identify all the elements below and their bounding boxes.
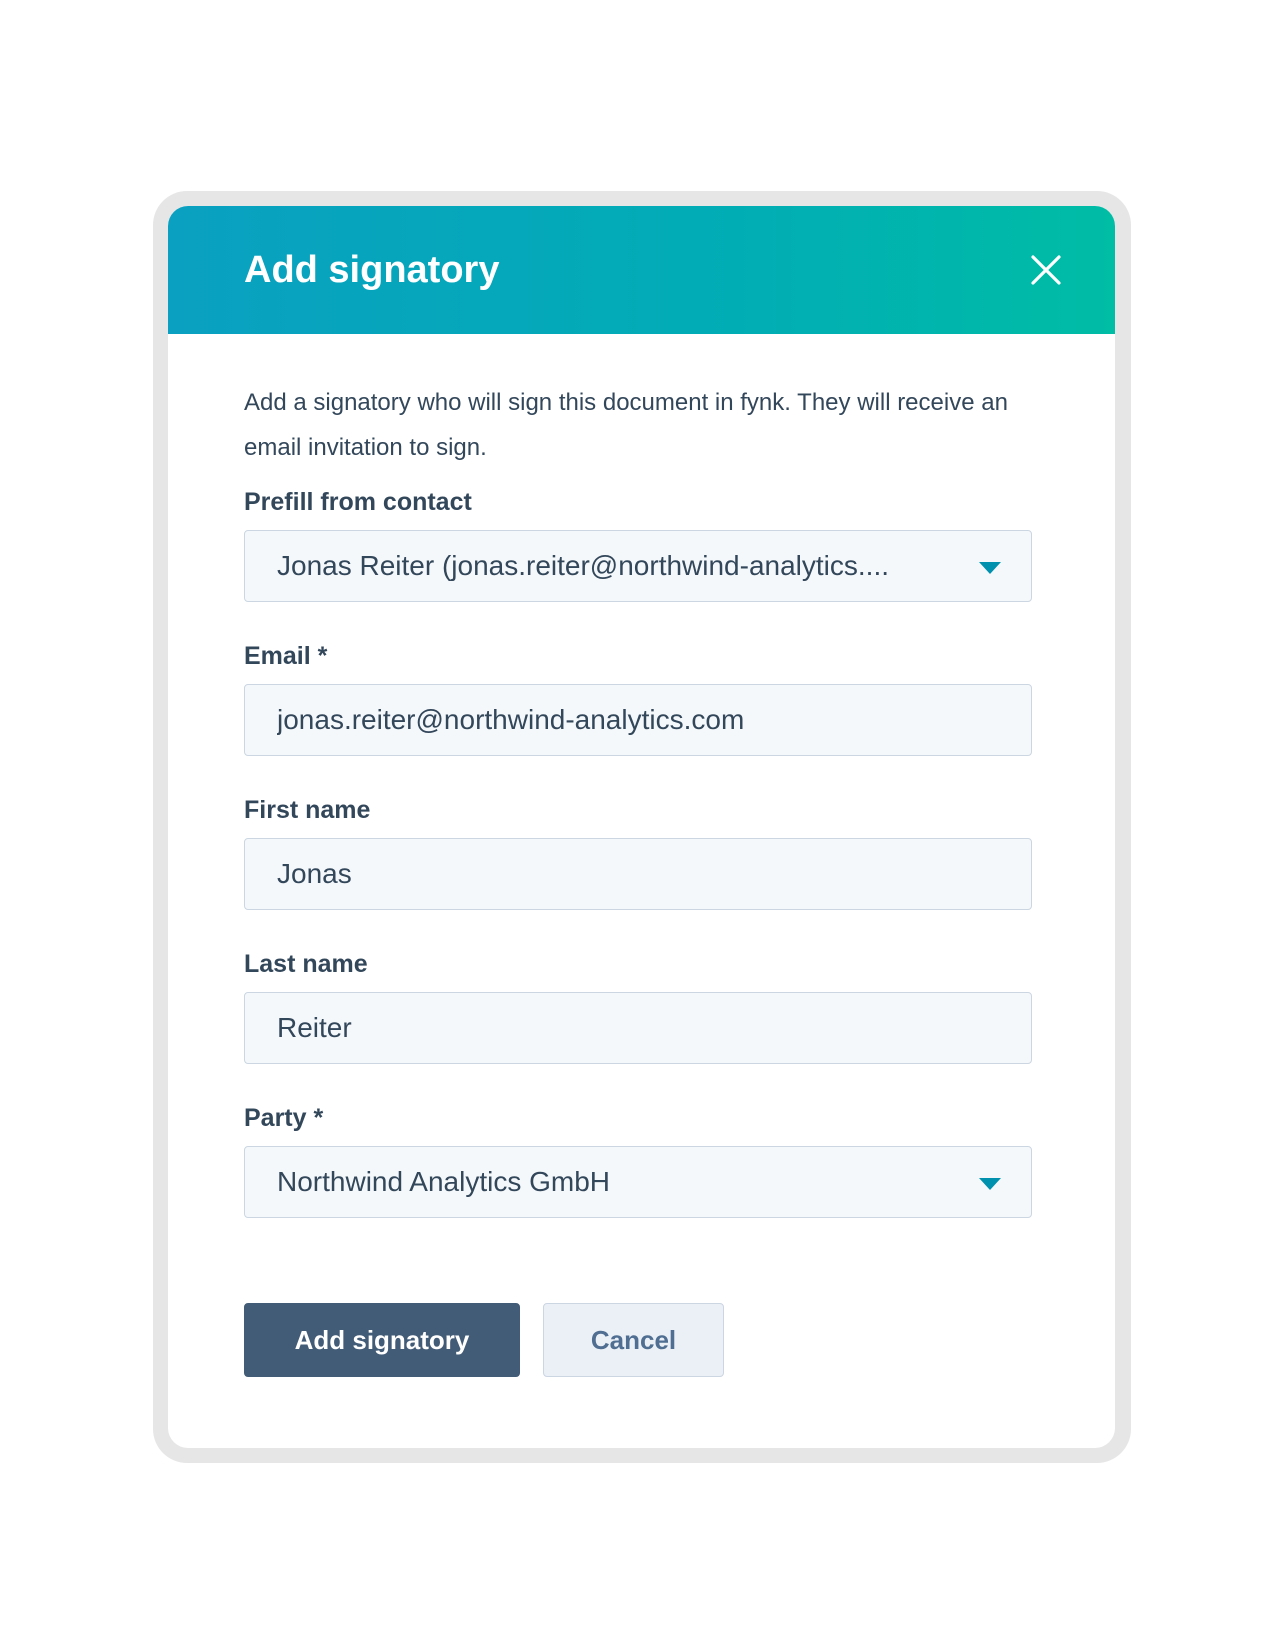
prefill-contact-select[interactable]: Jonas Reiter (jonas.reiter@northwind-ana… [244,530,1032,602]
first-name-field[interactable] [277,839,997,909]
modal-title: Add signatory [244,249,500,291]
last-name-field[interactable] [277,993,997,1063]
party-selected-value: Northwind Analytics GmbH [277,1166,611,1197]
close-button[interactable] [1027,251,1065,289]
modal-header: Add signatory [168,206,1115,334]
email-label: Email * [244,642,328,670]
party-label: Party * [244,1104,324,1132]
cancel-button[interactable]: Cancel [543,1303,724,1377]
chevron-down-icon [979,1178,1001,1190]
email-field[interactable] [277,685,997,755]
prefill-contact-selected-value: Jonas Reiter (jonas.reiter@northwind-ana… [277,550,890,581]
dialog-description: Add a signatory who will sign this docum… [244,389,1008,461]
last-name-label: Last name [244,950,368,978]
party-select[interactable]: Northwind Analytics GmbH [244,1146,1032,1218]
add-signatory-dialog: Add signatory Add a signatory who will s… [168,206,1115,1448]
add-signatory-button[interactable]: Add signatory [244,1303,520,1377]
chevron-down-icon [979,562,1001,574]
first-name-field-container [244,838,1032,910]
last-name-field-container [244,992,1032,1064]
email-field-container [244,684,1032,756]
close-icon [1031,255,1061,285]
prefill-contact-label: Prefill from contact [244,488,472,516]
first-name-label: First name [244,796,371,824]
